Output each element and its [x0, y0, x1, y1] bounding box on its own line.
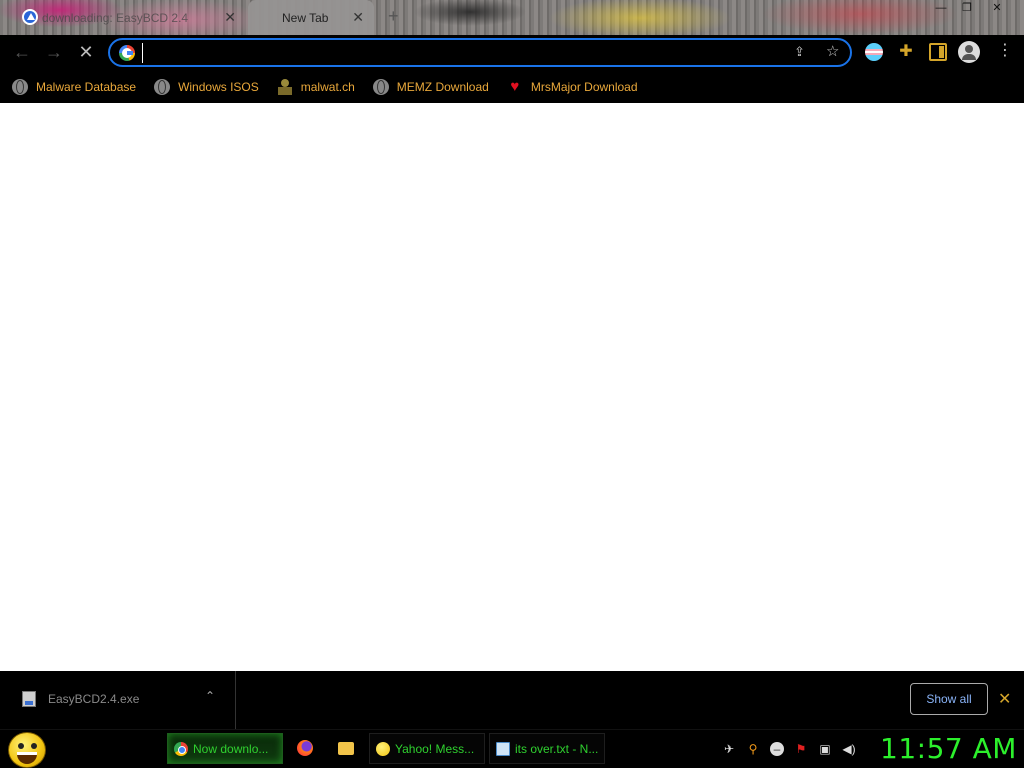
extension-flag-icon[interactable]	[865, 43, 883, 61]
globe-icon	[12, 78, 28, 95]
folder-icon[interactable]	[338, 742, 354, 755]
stop-loading-button[interactable]: ✕	[74, 41, 98, 65]
bookmark-mrsmajor-download[interactable]: ♥ MrsMajor Download	[507, 74, 638, 100]
bookmark-memz-download[interactable]: MEMZ Download	[372, 74, 489, 100]
tab-strip: downloading: EasyBCD 2.4 ✕ New Tab ✕ + —…	[0, 0, 1024, 35]
close-download-shelf-icon[interactable]: ✕	[998, 689, 1011, 709]
download-item[interactable]: EasyBCD2.4.exe ⌃	[0, 671, 236, 729]
search-tray-icon[interactable]: ⚲	[746, 742, 760, 756]
close-window-button[interactable]: ✕	[982, 0, 1012, 16]
browser-toolbar: ← → ✕ ⇪ ☆ ✚ ⋮	[0, 35, 1024, 70]
close-tab-icon[interactable]: ✕	[224, 9, 236, 25]
action-center-flag-icon[interactable]: ⚑	[794, 742, 808, 756]
bookmark-star-icon[interactable]: ☆	[826, 42, 839, 60]
taskbar: Now downlo... Yahoo! Mess... its over.tx…	[0, 729, 1024, 768]
extensions-puzzle-icon[interactable]: ✚	[897, 43, 915, 61]
tab-downloading-easybcd[interactable]: downloading: EasyBCD 2.4 ✕	[16, 0, 246, 35]
download-site-icon	[22, 9, 38, 25]
taskbar-item-chrome[interactable]: Now downlo...	[167, 733, 283, 764]
show-all-downloads-button[interactable]: Show all	[910, 683, 988, 715]
forward-button[interactable]: →	[42, 41, 66, 65]
chrome-icon	[174, 741, 188, 756]
exe-file-icon	[22, 691, 36, 707]
start-button[interactable]	[8, 732, 46, 768]
taskbar-item-label: its over.txt - N...	[515, 741, 599, 756]
side-panel-icon[interactable]	[929, 43, 947, 61]
google-icon	[119, 45, 135, 61]
taskbar-item-label: Now downlo...	[193, 741, 269, 756]
system-clock[interactable]: 11:57 AM	[880, 733, 1017, 765]
tab-label: downloading: EasyBCD 2.4	[42, 10, 189, 25]
messenger-tray-icon[interactable]: –	[770, 742, 784, 756]
globe-icon	[154, 78, 171, 95]
heart-icon: ♥	[510, 77, 520, 95]
new-tab-button[interactable]: +	[388, 6, 399, 27]
bookmark-malwatch[interactable]: malwat.ch	[277, 74, 355, 100]
notepad-icon	[496, 741, 510, 756]
taskbar-item-notepad[interactable]: its over.txt - N...	[489, 733, 605, 764]
download-shelf: EasyBCD2.4.exe ⌃ Show all ✕	[0, 671, 1024, 729]
maximize-button[interactable]: ❐	[952, 0, 982, 16]
tab-new-tab[interactable]: New Tab ✕	[248, 0, 374, 35]
tab-label: New Tab	[282, 10, 329, 25]
bookmark-malware-database[interactable]: Malware Database	[12, 74, 136, 100]
close-tab-icon[interactable]: ✕	[352, 9, 364, 25]
browser-menu-icon[interactable]: ⋮	[996, 42, 1014, 60]
loading-spinner-icon	[262, 9, 278, 25]
chevron-up-icon[interactable]: ⌃	[205, 689, 215, 703]
address-bar[interactable]: ⇪ ☆	[108, 38, 852, 67]
download-file-name: EasyBCD2.4.exe	[48, 692, 140, 706]
bookmark-windows-isos[interactable]: Windows ISOS	[154, 74, 259, 100]
yahoo-messenger-icon	[376, 741, 390, 756]
network-tray-icon[interactable]: ▣	[818, 742, 832, 756]
profile-avatar-icon[interactable]	[958, 41, 980, 63]
satellite-tray-icon[interactable]: ✈	[722, 742, 736, 756]
bookmark-label: Malware Database	[36, 79, 137, 94]
bookmark-label: MrsMajor Download	[530, 79, 638, 94]
bookmark-label: malwat.ch	[300, 79, 355, 94]
back-button[interactable]: ←	[10, 41, 34, 65]
malwat-icon	[277, 78, 293, 95]
firefox-icon[interactable]	[297, 740, 313, 756]
bookmark-label: Windows ISOS	[178, 79, 259, 94]
address-input[interactable]	[142, 43, 762, 63]
globe-icon	[372, 78, 389, 95]
share-icon[interactable]: ⇪	[794, 44, 810, 60]
bookmarks-bar: Malware Database Windows ISOS malwat.ch …	[0, 70, 1024, 103]
taskbar-item-label: Yahoo! Mess...	[395, 741, 475, 756]
volume-tray-icon[interactable]: ◀)	[842, 742, 856, 756]
bookmark-label: MEMZ Download	[396, 79, 489, 94]
page-content[interactable]	[0, 103, 1024, 671]
taskbar-item-yahoo-messenger[interactable]: Yahoo! Mess...	[369, 733, 485, 764]
